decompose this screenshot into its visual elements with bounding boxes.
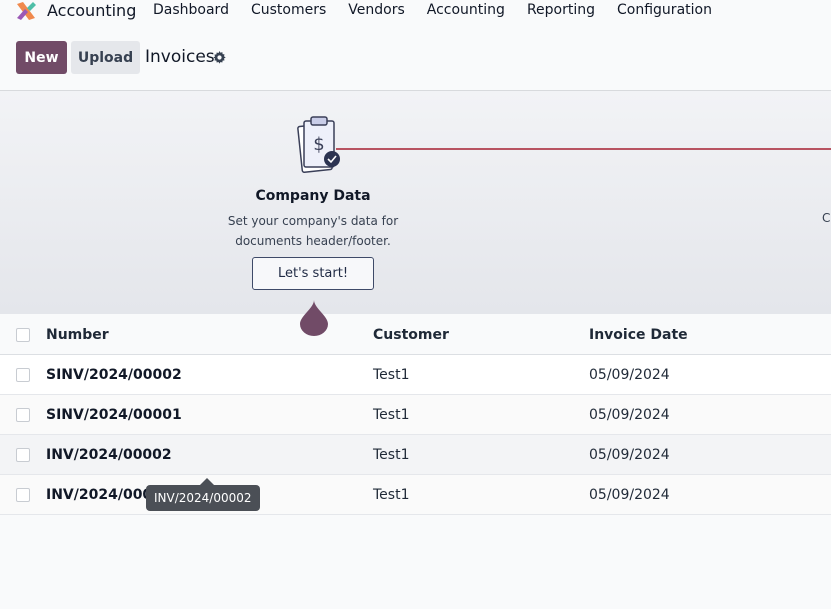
table-header: Number Customer Invoice Date (0, 314, 831, 355)
tooltip-arrow (200, 478, 214, 485)
invoice-date: 05/09/2024 (589, 407, 670, 423)
column-header-customer[interactable]: Customer (373, 327, 449, 343)
onboarding-banner: $ Company Data Set your company's data f… (0, 90, 831, 336)
onboarding-step-marker-icon (300, 300, 328, 336)
main-menu: Dashboard Customers Vendors Accounting R… (153, 2, 734, 18)
onboarding-progress-line (336, 148, 831, 150)
menu-dashboard[interactable]: Dashboard (153, 2, 229, 18)
menu-reporting[interactable]: Reporting (527, 2, 595, 18)
invoice-date: 05/09/2024 (589, 447, 670, 463)
row-checkbox[interactable] (16, 408, 30, 422)
row-checkbox[interactable] (16, 448, 30, 462)
table-row[interactable]: SINV/2024/00002 Test1 05/09/2024 (0, 355, 831, 395)
invoice-customer: Test1 (373, 447, 410, 463)
column-header-invoice-date[interactable]: Invoice Date (589, 327, 688, 343)
invoice-customer: Test1 (373, 367, 410, 383)
invoice-date: 05/09/2024 (589, 367, 670, 383)
invoice-list: Number Customer Invoice Date SINV/2024/0… (0, 314, 831, 515)
upload-button[interactable]: Upload (71, 41, 140, 74)
menu-customers[interactable]: Customers (251, 2, 326, 18)
invoice-date: 05/09/2024 (589, 487, 670, 503)
onboarding-step-description-line: Set your company's data for (227, 214, 399, 228)
menu-vendors[interactable]: Vendors (348, 2, 404, 18)
invoice-number[interactable]: SINV/2024/00001 (46, 407, 182, 423)
row-checkbox[interactable] (16, 488, 30, 502)
invoice-customer: Test1 (373, 407, 410, 423)
menu-accounting[interactable]: Accounting (427, 2, 505, 18)
table-row[interactable]: INV/2024/00001 Test1 05/09/2024 (0, 475, 831, 515)
next-step-description-partial: C (822, 211, 831, 225)
new-button[interactable]: New (16, 41, 67, 74)
lets-start-button[interactable]: Let's start! (252, 257, 374, 290)
svg-text:$: $ (313, 134, 324, 155)
gear-icon[interactable] (213, 51, 226, 64)
invoice-number-tooltip: INV/2024/00002 (146, 485, 260, 511)
column-header-number[interactable]: Number (46, 327, 109, 343)
select-all-checkbox[interactable] (16, 328, 30, 342)
invoice-number[interactable]: INV/2024/00002 (46, 447, 172, 463)
accounting-app-logo-icon[interactable] (15, 0, 37, 22)
table-row[interactable]: INV/2024/00002 Test1 05/09/2024 (0, 435, 831, 475)
table-row[interactable]: SINV/2024/00001 Test1 05/09/2024 (0, 395, 831, 435)
invoice-number[interactable]: SINV/2024/00002 (46, 367, 182, 383)
menu-configuration[interactable]: Configuration (617, 2, 712, 18)
invoice-customer: Test1 (373, 487, 410, 503)
company-data-clipboard-icon: $ (297, 116, 340, 173)
onboarding-step-title: Company Data (255, 188, 371, 204)
app-name[interactable]: Accounting (47, 1, 136, 20)
onboarding-step-description: Set your company's data for documents he… (203, 211, 423, 251)
row-checkbox[interactable] (16, 368, 30, 382)
onboarding-step-description-line: documents header/footer. (235, 234, 391, 248)
top-navbar: Accounting Dashboard Customers Vendors A… (0, 0, 831, 24)
page-title: Invoices (145, 47, 215, 67)
